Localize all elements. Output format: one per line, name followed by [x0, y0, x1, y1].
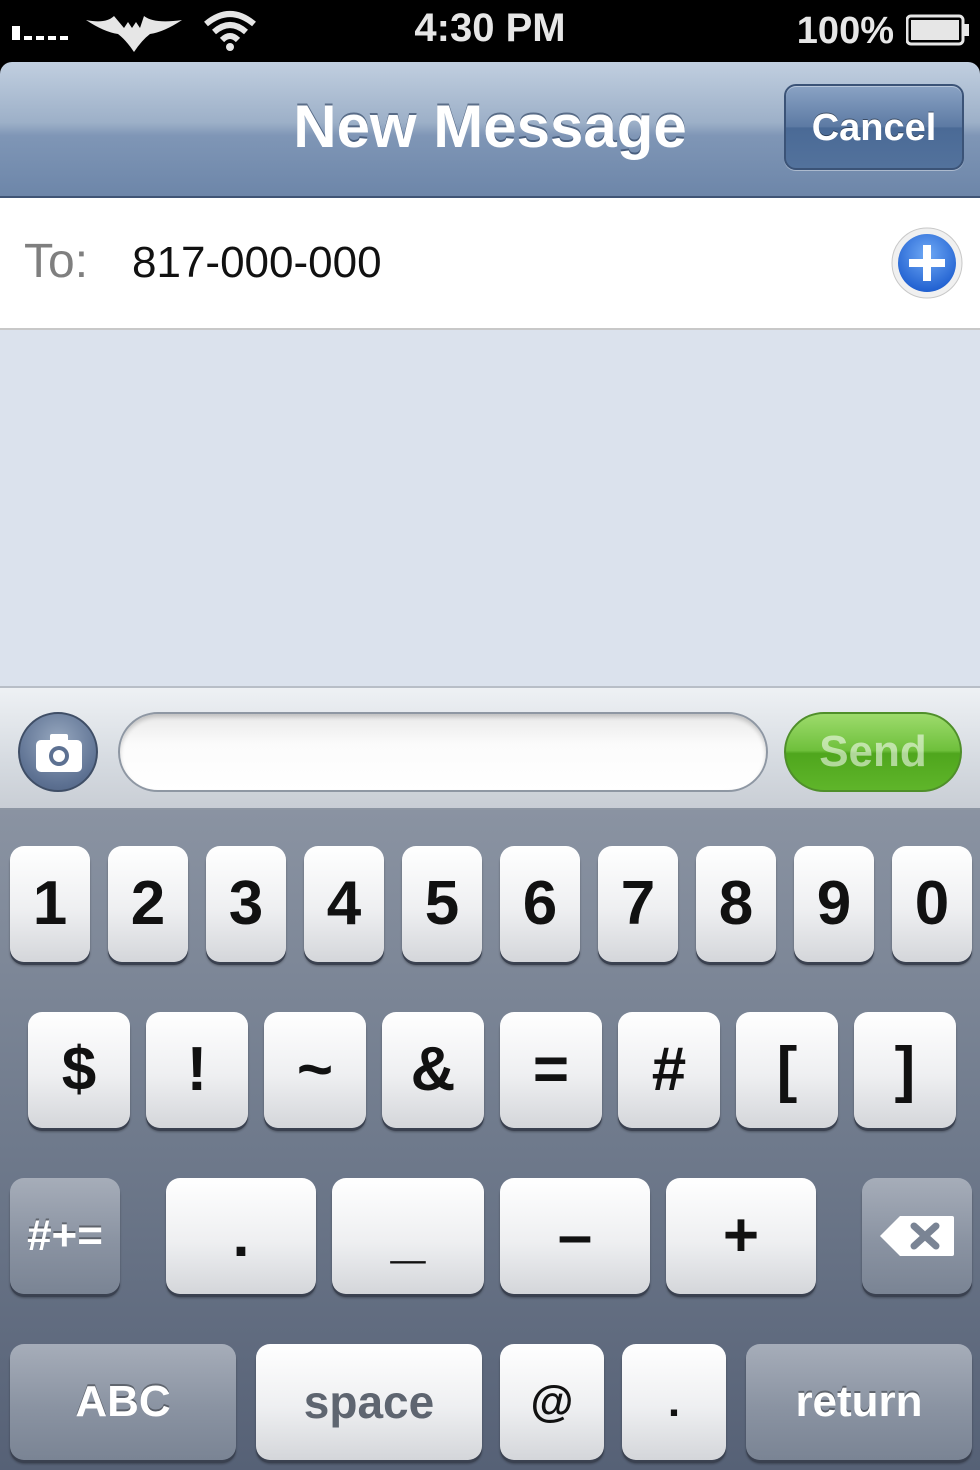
key-underscore[interactable]: _: [332, 1178, 484, 1294]
key-5[interactable]: 5: [402, 846, 482, 962]
key-dollar[interactable]: $: [28, 1012, 130, 1128]
camera-button[interactable]: [18, 712, 98, 792]
key-left-bracket[interactable]: [: [736, 1012, 838, 1128]
key-9[interactable]: 9: [794, 846, 874, 962]
key-tilde[interactable]: ~: [264, 1012, 366, 1128]
delete-icon: [880, 1216, 954, 1256]
space-key[interactable]: space: [256, 1344, 482, 1460]
recipient-field[interactable]: To: 817-000-000: [0, 198, 980, 330]
key-dot[interactable]: .: [622, 1344, 726, 1460]
key-equals[interactable]: =: [500, 1012, 602, 1128]
key-8[interactable]: 8: [696, 846, 776, 962]
key-plus[interactable]: +: [666, 1178, 816, 1294]
key-at[interactable]: @: [500, 1344, 604, 1460]
key-hash[interactable]: #: [618, 1012, 720, 1128]
recipient-value[interactable]: 817-000-000: [132, 238, 382, 288]
message-input[interactable]: [118, 712, 768, 792]
key-ampersand[interactable]: &: [382, 1012, 484, 1128]
key-2[interactable]: 2: [108, 846, 188, 962]
key-abc[interactable]: ABC: [10, 1344, 236, 1460]
send-button[interactable]: Send: [784, 712, 962, 792]
key-exclamation[interactable]: !: [146, 1012, 248, 1128]
cancel-button[interactable]: Cancel: [784, 84, 964, 170]
key-1[interactable]: 1: [10, 846, 90, 962]
plus-circle-icon[interactable]: [890, 226, 964, 300]
key-7[interactable]: 7: [598, 846, 678, 962]
battery-icon: [906, 14, 969, 46]
compose-bar: Send: [0, 686, 980, 810]
key-symbols-shift[interactable]: #+=: [10, 1178, 120, 1294]
key-dash[interactable]: –: [500, 1178, 650, 1294]
key-period[interactable]: .: [166, 1178, 316, 1294]
keyboard: 1 2 3 4 5 6 7 8 9 0 $ ! ~ & = # [ ] #+= …: [0, 810, 980, 1470]
key-right-bracket[interactable]: ]: [854, 1012, 956, 1128]
status-bar: 4:30 PM 100%: [0, 0, 980, 62]
key-4[interactable]: 4: [304, 846, 384, 962]
key-3[interactable]: 3: [206, 846, 286, 962]
battery-percent: 100%: [796, 10, 894, 52]
conversation-area: [0, 330, 980, 686]
navigation-bar: New Message Cancel: [0, 62, 980, 198]
return-key[interactable]: return: [746, 1344, 972, 1460]
key-6[interactable]: 6: [500, 846, 580, 962]
key-0[interactable]: 0: [892, 846, 972, 962]
to-label: To:: [24, 235, 89, 288]
delete-key[interactable]: [862, 1178, 972, 1294]
camera-icon: [36, 734, 82, 772]
